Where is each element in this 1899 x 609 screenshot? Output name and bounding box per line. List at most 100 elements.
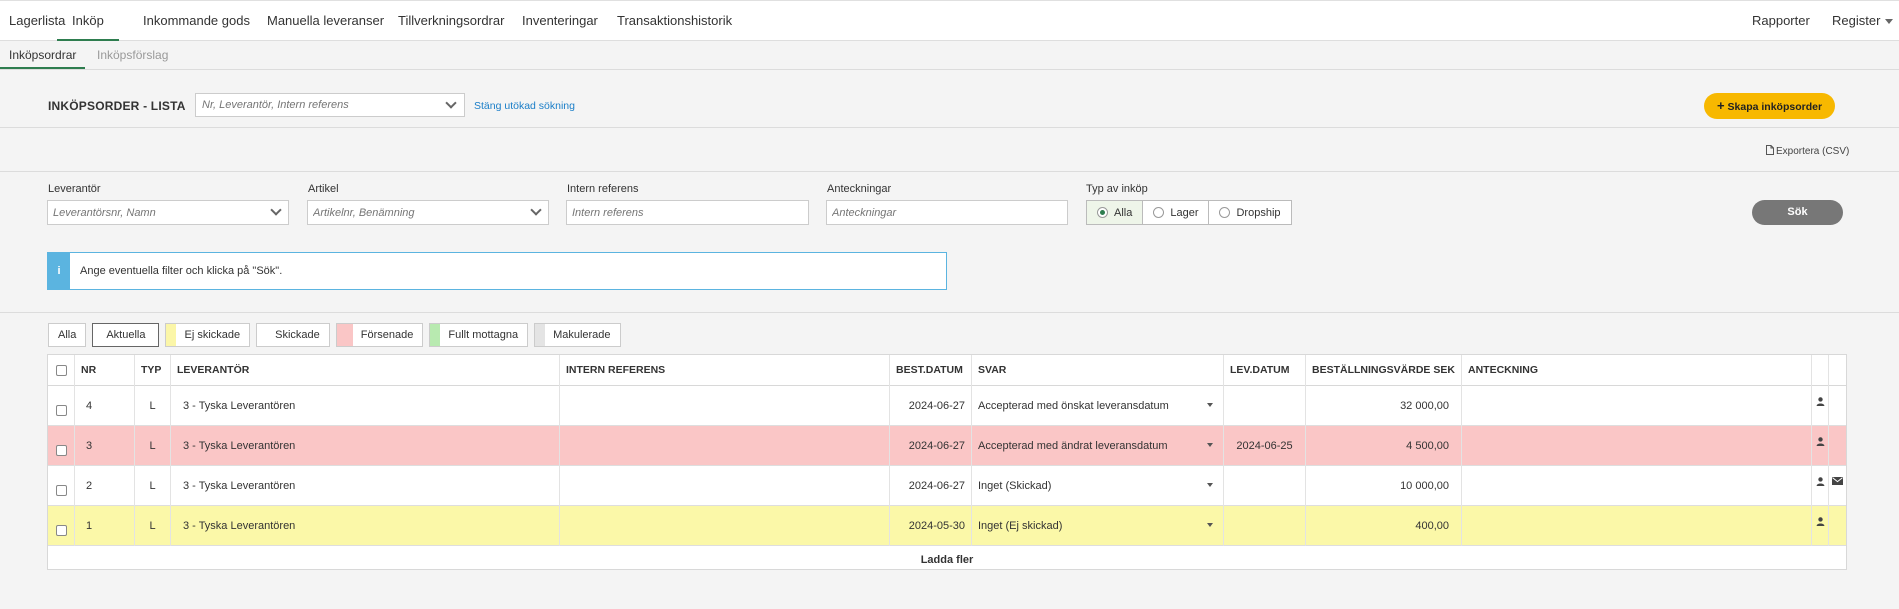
answer-select[interactable]: Inget (Skickad): [972, 466, 1224, 506]
tab-inkopsordrar[interactable]: Inköpsordrar: [0, 41, 86, 69]
order-date: 2024-06-27: [908, 480, 965, 492]
column-header-lev-datum[interactable]: LEV.DATUM: [1224, 355, 1306, 386]
chevron-down-icon[interactable]: [1207, 483, 1213, 487]
filter-aktuella[interactable]: Aktuella: [92, 323, 160, 347]
filter-alla[interactable]: Alla: [48, 323, 87, 347]
radio-dot-icon: [1219, 207, 1231, 218]
filter-ej-skickade[interactable]: Ej skickade: [165, 323, 251, 347]
tab-inkommande-gods[interactable]: Inkommande gods: [143, 1, 250, 41]
cell-intern-referens: [560, 426, 890, 466]
toggle-extended-search-link[interactable]: Stäng utökad sökning: [474, 100, 575, 112]
notes-field[interactable]: [826, 200, 1068, 225]
info-text: Ange eventuella filter och klicka på "Sö…: [80, 265, 283, 277]
cell-user-action: [1812, 506, 1829, 546]
supplier-label: Leverantör: [48, 183, 101, 195]
cell-bestallningsvarde: 32 000,00: [1306, 386, 1462, 426]
cell-nr[interactable]: 4: [75, 386, 135, 426]
chevron-down-icon[interactable]: [1207, 443, 1213, 447]
reports-link[interactable]: Rapporter: [1752, 1, 1810, 41]
user-icon[interactable]: [1816, 517, 1825, 526]
supplier-input[interactable]: [48, 201, 248, 224]
filter-skickade[interactable]: Skickade: [256, 323, 330, 347]
export-label: Exportera (CSV): [1776, 146, 1850, 157]
column-header-best-datum[interactable]: BEST.DATUM: [890, 355, 972, 386]
order-date: 2024-05-30: [908, 520, 965, 532]
envelope-icon[interactable]: [1832, 477, 1843, 485]
order-value: 4 500,00: [1406, 440, 1449, 452]
column-header-bestallningsvarde[interactable]: BESTÄLLNINGSVÄRDE SEK: [1306, 355, 1462, 386]
cell-anteckning: [1462, 506, 1812, 546]
register-menu[interactable]: Register: [1832, 1, 1894, 41]
create-purchase-order-button[interactable]: + Skapa inköpsorder: [1704, 93, 1835, 119]
tab-transaktionshistorik[interactable]: Transaktionshistorik: [617, 1, 732, 41]
tab-manuella-leveranser[interactable]: Manuella leveranser: [267, 1, 384, 41]
filter-makulerade[interactable]: Makulerade: [534, 323, 621, 347]
filter-label: Skickade: [275, 329, 320, 341]
row-checkbox[interactable]: [56, 445, 67, 456]
column-header-leverantor[interactable]: LEVERANTÖR: [171, 355, 560, 386]
cell-leverantor: 3 - Tyska Leverantören: [171, 386, 560, 426]
column-header-anteckning[interactable]: ANTECKNING: [1462, 355, 1812, 386]
row-checkbox[interactable]: [56, 485, 67, 496]
filter-forsenade[interactable]: Försenade: [335, 323, 424, 347]
user-icon[interactable]: [1816, 437, 1825, 446]
cell-anteckning: [1462, 386, 1812, 426]
chevron-down-icon[interactable]: [445, 97, 457, 109]
column-header-typ[interactable]: TYP: [135, 355, 171, 386]
status-filter-bar: Alla Aktuella Ej skickade Skickade Förse…: [48, 323, 627, 347]
table-row[interactable]: 1 L 3 - Tyska Leverantören 2024-05-30 Inget …: [48, 506, 1846, 546]
cell-nr[interactable]: 1: [75, 506, 135, 546]
color-swatch: [535, 324, 546, 346]
load-more-button[interactable]: Ladda fler: [48, 550, 1846, 570]
answer-select[interactable]: Accepterad med ändrat leveransdatum: [972, 426, 1224, 466]
article-input[interactable]: [308, 201, 508, 224]
top-navigation: Lagerlista Inköp Inkommande gods Manuell…: [0, 0, 1899, 41]
order-type: L: [149, 400, 156, 412]
filter-label: Alla: [58, 329, 77, 341]
export-csv-link[interactable]: Exportera (CSV): [1766, 145, 1849, 157]
column-header-intern-referens[interactable]: INTERN REFERENS: [560, 355, 890, 386]
internal-ref-field[interactable]: [566, 200, 809, 225]
radio-dropship[interactable]: Dropship: [1209, 201, 1290, 224]
table-row[interactable]: 4 L 3 - Tyska Leverantören 2024-06-27 Accept…: [48, 386, 1846, 426]
delivery-date: 2024-06-25: [1236, 440, 1293, 452]
search-button[interactable]: Sök: [1752, 200, 1843, 225]
tab-inkopsforslag[interactable]: Inköpsförslag: [97, 41, 168, 69]
row-checkbox[interactable]: [56, 405, 67, 416]
supplier-select[interactable]: [47, 200, 289, 225]
chevron-down-icon[interactable]: [1207, 403, 1213, 407]
notes-input[interactable]: [827, 201, 1027, 224]
radio-alla[interactable]: Alla: [1087, 201, 1144, 224]
table-row[interactable]: 3 L 3 - Tyska Leverantören 2024-06-27 Accept…: [48, 426, 1846, 466]
table-row[interactable]: 2 L 3 - Tyska Leverantören 2024-06-27 Inget …: [48, 466, 1846, 506]
cell-leverantor: 3 - Tyska Leverantören: [171, 466, 560, 506]
internal-ref-input[interactable]: [567, 201, 767, 224]
tab-inkop[interactable]: Inköp: [57, 1, 119, 41]
article-select[interactable]: [307, 200, 549, 225]
chevron-down-icon[interactable]: [1207, 523, 1213, 527]
chevron-down-icon[interactable]: [270, 204, 282, 216]
order-value: 400,00: [1415, 520, 1449, 532]
chevron-down-icon[interactable]: [530, 204, 542, 216]
tab-inventeringar[interactable]: Inventeringar: [522, 1, 598, 41]
column-header-svar[interactable]: SVAR: [972, 355, 1224, 386]
order-search-box[interactable]: [195, 93, 465, 117]
order-search-input[interactable]: [196, 94, 426, 116]
user-icon[interactable]: [1816, 397, 1825, 406]
filter-label: Fullt mottagna: [448, 329, 519, 341]
info-icon: i: [48, 253, 70, 289]
filter-fullt-mottagna[interactable]: Fullt mottagna: [429, 323, 529, 347]
cell-nr[interactable]: 3: [75, 426, 135, 466]
order-value: 32 000,00: [1400, 400, 1449, 412]
answer-select[interactable]: Inget (Ej skickad): [972, 506, 1224, 546]
column-header-nr[interactable]: NR: [75, 355, 135, 386]
select-all-checkbox[interactable]: [56, 365, 67, 376]
user-icon[interactable]: [1816, 477, 1825, 486]
supplier-name: 3 - Tyska Leverantören: [183, 480, 296, 492]
cell-nr[interactable]: 2: [75, 466, 135, 506]
answer-select[interactable]: Accepterad med önskat leveransdatum: [972, 386, 1224, 426]
create-button-label: Skapa inköpsorder: [1727, 101, 1823, 113]
tab-tillverkningsordrar[interactable]: Tillverkningsordrar: [398, 1, 504, 41]
row-checkbox[interactable]: [56, 525, 67, 536]
radio-lager[interactable]: Lager: [1143, 201, 1210, 224]
